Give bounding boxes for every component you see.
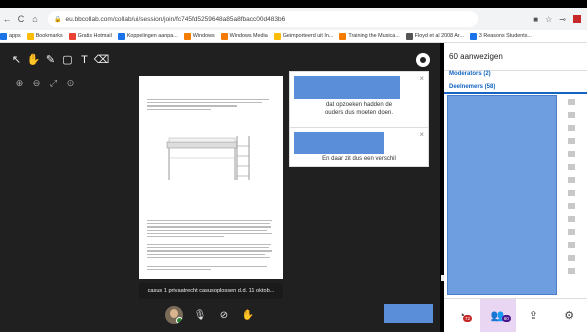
document-paragraph bbox=[147, 266, 275, 272]
tab-settings[interactable]: ⚙ bbox=[551, 299, 587, 332]
tab-chat[interactable]: ◔ 72 bbox=[444, 299, 480, 332]
shared-document bbox=[139, 76, 283, 279]
bookmark-item[interactable]: apps bbox=[0, 32, 21, 40]
address-bar[interactable]: 🔒 eu.bbcollab.com/collab/ui/session/join… bbox=[48, 11, 478, 27]
fit-screen-icon[interactable]: ⤢ bbox=[48, 78, 59, 89]
text-icon[interactable]: T bbox=[78, 53, 91, 66]
zoom-out-icon[interactable]: ⊖ bbox=[31, 78, 42, 89]
microphone-off-icon[interactable]: 🎙 bbox=[193, 308, 207, 322]
document-paragraph bbox=[147, 220, 275, 239]
close-icon[interactable]: × bbox=[419, 74, 424, 83]
note-highlight bbox=[294, 132, 384, 154]
extension-icon[interactable] bbox=[573, 15, 581, 23]
bookmark-item[interactable]: Koppelingen aanpa... bbox=[117, 32, 178, 40]
pan-hand-icon[interactable]: ✋ bbox=[27, 53, 41, 66]
attendees-badge: 60 bbox=[501, 315, 511, 322]
browser-toolbar: ← C ⌂ 🔒 eu.bbcollab.com/collab/ui/sessio… bbox=[0, 8, 587, 30]
back-icon[interactable]: ← bbox=[0, 12, 14, 26]
annotation-toolbar: ↖ ✋ ✎ ▢ T ⌫ bbox=[10, 53, 110, 67]
star-icon[interactable]: ☆ bbox=[545, 15, 552, 24]
eraser-icon[interactable]: ⌫ bbox=[94, 53, 110, 66]
attendees-panel: 60 aanwezigen Moderators (2) Deelnemers … bbox=[444, 43, 587, 332]
shared-content-thumbnail[interactable] bbox=[384, 304, 433, 323]
top-strip bbox=[0, 0, 587, 8]
gear-icon: ⚙ bbox=[564, 310, 575, 322]
document-caption: casus 1 privaatrecht casusoplossen d.d. … bbox=[139, 283, 283, 299]
globe-icon bbox=[405, 32, 413, 40]
panel-tabs: ◔ 72 👥 60 ⇪ ⚙ bbox=[444, 298, 587, 332]
browser-actions: ■ ☆ ⊸ bbox=[533, 15, 581, 24]
zoom-reset-icon[interactable]: ⊙ bbox=[65, 78, 76, 89]
session-controls: 🎙 ⊘ ✋ bbox=[165, 306, 255, 324]
status-dot bbox=[176, 317, 183, 324]
record-button[interactable] bbox=[416, 53, 430, 67]
participant-status-icons bbox=[568, 99, 578, 281]
share-icon: ⇪ bbox=[528, 310, 538, 322]
bookmark-item[interactable]: Training the Musica... bbox=[339, 32, 400, 40]
camera-off-icon[interactable]: ⊘ bbox=[217, 308, 231, 322]
windows-icon bbox=[68, 32, 76, 40]
note-text-line: dat opzoeken hadden de bbox=[325, 102, 393, 108]
collab-stage: ↖ ✋ ✎ ▢ T ⌫ ⊕ ⊖ ⤢ ⊙ casus 1 privaatrecht… bbox=[0, 43, 440, 332]
bookmark-item[interactable]: Bookmarks bbox=[26, 32, 63, 40]
bookmark-item[interactable]: Geimporteerd uit In... bbox=[273, 32, 333, 40]
key-icon[interactable]: ⊸ bbox=[559, 15, 566, 24]
bookmark-item[interactable]: Floyd et al 2008 Ar... bbox=[405, 32, 464, 40]
home-icon[interactable]: ⌂ bbox=[28, 12, 42, 26]
chat-badge: 72 bbox=[463, 315, 473, 322]
page-icon bbox=[469, 32, 477, 40]
note-card[interactable]: × En daar zit dus een verschil bbox=[289, 127, 429, 167]
close-icon[interactable]: × bbox=[419, 130, 424, 139]
pointer-icon[interactable]: ↖ bbox=[10, 53, 23, 66]
windows-icon bbox=[117, 32, 125, 40]
folder-icon bbox=[273, 32, 281, 40]
apps-icon bbox=[0, 32, 7, 40]
participants-list[interactable] bbox=[447, 95, 557, 295]
pencil-icon[interactable]: ✎ bbox=[44, 53, 57, 66]
windows-icon bbox=[183, 32, 191, 40]
tab-share[interactable]: ⇪ bbox=[516, 299, 552, 332]
document-paragraph bbox=[147, 244, 275, 260]
document-header-text bbox=[147, 99, 275, 117]
note-text: En daar zit dus een verschil bbox=[322, 156, 396, 162]
bookmark-item[interactable]: Windows Media bbox=[220, 32, 268, 40]
bookmark-item[interactable]: 3 Reasons Students... bbox=[469, 32, 532, 40]
bookmarks-bar: apps Bookmarks Gratis Hotmail Koppelinge… bbox=[0, 30, 587, 43]
tab-attendees[interactable]: 👥 60 bbox=[479, 299, 516, 332]
zoom-in-icon[interactable]: ⊕ bbox=[14, 78, 25, 89]
screen-icon[interactable]: ■ bbox=[533, 15, 538, 24]
note-text-line: ouders dus moeten doen. bbox=[324, 110, 394, 116]
star-bookmark-icon bbox=[26, 32, 34, 40]
lock-icon: 🔒 bbox=[54, 16, 62, 23]
url-text: eu.bbcollab.com/collab/ui/session/join/f… bbox=[65, 15, 286, 23]
bookmark-item[interactable]: Gratis Hotmail bbox=[68, 32, 112, 40]
reload-icon[interactable]: C bbox=[14, 12, 28, 26]
windows-icon bbox=[220, 32, 228, 40]
zoom-toolbar: ⊕ ⊖ ⤢ ⊙ bbox=[14, 78, 76, 89]
note-highlight bbox=[294, 76, 400, 99]
participants-header[interactable]: Deelnemers (58) bbox=[449, 84, 495, 90]
bookmark-item[interactable]: Windows bbox=[183, 32, 215, 40]
moderators-header[interactable]: Moderators (2) bbox=[449, 71, 491, 77]
avatar[interactable] bbox=[165, 306, 183, 324]
rectangle-icon[interactable]: ▢ bbox=[61, 53, 74, 66]
page-icon bbox=[339, 32, 347, 40]
raise-hand-icon[interactable]: ✋ bbox=[241, 308, 255, 322]
divider bbox=[444, 92, 587, 94]
bed-illustration bbox=[166, 136, 250, 180]
panel-title: 60 aanwezigen bbox=[449, 52, 503, 61]
record-icon bbox=[420, 57, 426, 63]
